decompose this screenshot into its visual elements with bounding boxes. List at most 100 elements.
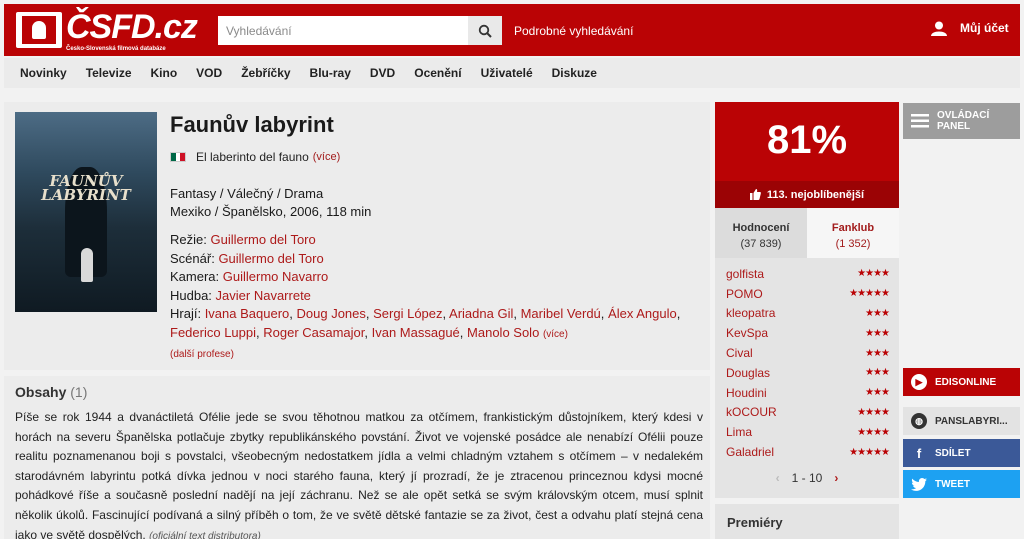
- premieres-heading[interactable]: Premiéry: [715, 504, 899, 539]
- list-item: POMO ★★★★★: [726, 284, 890, 304]
- cast-link[interactable]: Manolo Solo: [467, 325, 539, 340]
- nav-item-zebricky[interactable]: Žebříčky: [241, 66, 290, 80]
- tab-fanclub[interactable]: Fanklub (1 352): [807, 208, 899, 258]
- chevron-left-icon[interactable]: ‹: [776, 471, 780, 485]
- list-item: Cival ★★★: [726, 343, 890, 363]
- mexico-flag-icon: [170, 152, 186, 162]
- favorite-rank-bar[interactable]: 113. nejoblíbenější: [715, 181, 899, 208]
- star-rating-icon: ★★★: [865, 367, 890, 379]
- advanced-search-link[interactable]: Podrobné vyhledávání: [514, 24, 633, 38]
- rating-user-link[interactable]: Douglas: [726, 366, 770, 380]
- site-logo[interactable]: ČSFD.cz Česko-Slovenská filmová databáze: [16, 8, 198, 52]
- cast-link[interactable]: Roger Casamajor: [263, 325, 364, 340]
- nav-item-oceneni[interactable]: Ocenění: [414, 66, 461, 80]
- cast-link[interactable]: Sergi López: [373, 306, 442, 321]
- list-item: kOCOUR ★★★★: [726, 403, 890, 423]
- cast-link[interactable]: Ivan Massagué: [372, 325, 460, 340]
- twitter-bird-icon: [911, 477, 927, 491]
- cast-link[interactable]: Ariadna Gil: [449, 306, 513, 321]
- star-rating-icon: ★★★★: [857, 426, 890, 438]
- rating-user-link[interactable]: POMO: [726, 287, 763, 301]
- tab-ratings[interactable]: Hodnocení (37 839): [715, 208, 807, 258]
- star-rating-icon: ★★★★: [857, 268, 890, 280]
- music-link[interactable]: Javier Navarrete: [216, 288, 311, 303]
- search-button[interactable]: [468, 16, 502, 45]
- rating-user-link[interactable]: kOCOUR: [726, 405, 777, 419]
- facebook-share-button[interactable]: f SDÍLET: [903, 439, 1020, 467]
- twitter-share-label: TWEET: [935, 478, 970, 490]
- play-icon: ▶: [911, 374, 927, 390]
- alternate-title: El laberinto del fauno (více): [170, 150, 340, 164]
- edisonline-button[interactable]: ▶ EDISONLINE: [903, 368, 1020, 396]
- account-button[interactable]: Můj účet: [930, 20, 1009, 36]
- rating-user-link[interactable]: KevSpa: [726, 326, 768, 340]
- cast-link[interactable]: Federico Luppi: [170, 325, 256, 340]
- nav-item-vod[interactable]: VOD: [196, 66, 222, 80]
- rating-tabs: Hodnocení (37 839) Fanklub (1 352): [715, 208, 899, 258]
- list-item: Houdini ★★★: [726, 383, 890, 403]
- writer-link[interactable]: Guillermo del Toro: [218, 251, 323, 266]
- edisonline-label: EDISONLINE: [935, 376, 997, 388]
- hamburger-icon: [911, 114, 929, 128]
- star-rating-icon: ★★★★: [857, 406, 890, 418]
- thumbs-up-icon: [749, 189, 761, 200]
- control-panel-button[interactable]: OVLÁDACÍ PANEL: [903, 103, 1020, 139]
- film-info-card: FAUNŮV LABYRINT Faunův labyrint El laberi…: [4, 102, 710, 370]
- star-rating-icon: ★★★: [865, 387, 890, 399]
- list-item: Douglas ★★★: [726, 363, 890, 383]
- rating-user-link[interactable]: Houdini: [726, 386, 767, 400]
- nav-item-novinky[interactable]: Novinky: [20, 66, 67, 80]
- website-link-label: PANSLABYRI...: [935, 415, 1008, 427]
- cast-more-link[interactable]: (více): [543, 329, 568, 340]
- rating-percentage: 81%: [766, 118, 848, 162]
- poster-title: FAUNŮV LABYRINT: [41, 172, 131, 204]
- rating-user-link[interactable]: Cival: [726, 346, 753, 360]
- writer-row: Scénář: Guillermo del Toro: [170, 250, 324, 266]
- film-poster[interactable]: FAUNŮV LABYRINT: [15, 112, 157, 312]
- user-ratings-list: golfista ★★★★ POMO ★★★★★ kleopatra ★★★ KevS…: [715, 258, 899, 498]
- nav-item-televize[interactable]: Televize: [86, 66, 132, 80]
- star-rating-icon: ★★★: [865, 347, 890, 359]
- nav-item-bluray[interactable]: Blu-ray: [310, 66, 351, 80]
- synopsis-count: (1): [70, 384, 88, 400]
- star-rating-icon: ★★★★★: [849, 446, 890, 458]
- nav-item-dvd[interactable]: DVD: [370, 66, 395, 80]
- favorite-rank-text: 113. nejoblíbenější: [766, 188, 865, 201]
- search-input[interactable]: [218, 16, 468, 45]
- synopsis-text: Píše se rok 1944 a dvanáctiletá Ofélie j…: [15, 408, 703, 539]
- website-link-button[interactable]: ◍ PANSLABYRI...: [903, 407, 1020, 435]
- twitter-share-button[interactable]: TWEET: [903, 470, 1020, 498]
- facebook-share-label: SDÍLET: [935, 447, 971, 459]
- star-rating-icon: ★★★: [865, 307, 890, 319]
- facebook-icon: f: [916, 445, 922, 461]
- cast-link[interactable]: Álex Angulo: [608, 306, 677, 321]
- film-strip-logo-icon: [16, 12, 62, 48]
- ratings-pager: ‹ 1 - 10 ›: [715, 468, 899, 488]
- cast-link[interactable]: Maribel Verdú: [521, 306, 601, 321]
- list-item: golfista ★★★★: [726, 264, 890, 284]
- rating-user-link[interactable]: golfista: [726, 267, 764, 281]
- cast-link[interactable]: Ivana Baquero: [205, 306, 290, 321]
- top-header: ČSFD.cz Česko-Slovenská filmová databáze…: [4, 4, 1020, 56]
- synopsis-heading: Obsahy (1): [15, 384, 88, 400]
- camera-link[interactable]: Guillermo Navarro: [223, 269, 328, 284]
- nav-item-uzivatele[interactable]: Uživatelé: [481, 66, 533, 80]
- more-professions-link[interactable]: (další profese): [170, 349, 234, 360]
- director-link[interactable]: Guillermo del Toro: [210, 232, 315, 247]
- account-label: Můj účet: [960, 21, 1009, 35]
- star-rating-icon: ★★★★★: [849, 288, 890, 300]
- cast-row: Hrají: Ivana Baquero, Doug Jones, Sergi …: [170, 306, 681, 340]
- nav-item-kino[interactable]: Kino: [151, 66, 178, 80]
- rating-user-link[interactable]: Galadriel: [726, 445, 774, 459]
- list-item: kleopatra ★★★: [726, 304, 890, 324]
- list-item: Galadriel ★★★★★: [726, 442, 890, 462]
- chevron-right-icon[interactable]: ›: [834, 471, 838, 485]
- rating-user-link[interactable]: kleopatra: [726, 306, 775, 320]
- alternate-title-more-link[interactable]: (více): [313, 151, 341, 163]
- logo-subtitle: Česko-Slovenská filmová databáze: [66, 46, 166, 52]
- cast-link[interactable]: Doug Jones: [297, 306, 366, 321]
- alternate-title-text: El laberinto del fauno: [196, 150, 309, 164]
- music-row: Hudba: Javier Navarrete: [170, 287, 311, 303]
- rating-user-link[interactable]: Lima: [726, 425, 752, 439]
- nav-item-diskuze[interactable]: Diskuze: [552, 66, 597, 80]
